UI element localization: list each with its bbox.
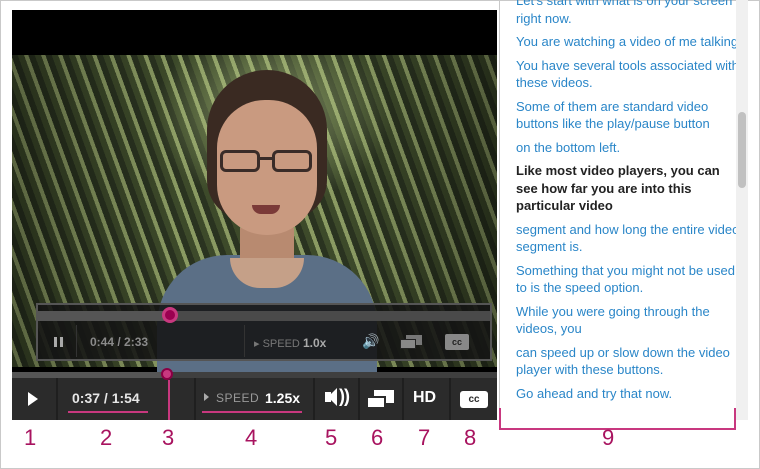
play-button[interactable] [12,378,56,420]
in-video-progress [38,307,490,323]
callout-5: 5 [325,425,338,450]
transcript-scrollbar-thumb[interactable] [738,112,746,188]
transcript-scrollbar[interactable] [736,0,748,420]
callout-9: 9 [602,425,615,450]
speed-label: SPEED [216,391,260,405]
hd-button[interactable]: HD [404,378,448,420]
in-video-speed-label: SPEED [262,338,300,350]
hd-label: HD [413,389,437,406]
glasses [220,150,314,174]
time-display: 0:37 / 1:54 [58,378,194,420]
transcript-callout-bracket [499,408,736,430]
screen-size-button[interactable] [360,378,402,420]
transcript-line[interactable]: segment and how long the entire video se… [516,221,742,256]
callout-3: 3 [162,425,175,450]
callout-7: 7 [418,425,431,450]
transcript-line[interactable]: Some of them are standard video buttons … [516,98,742,133]
speed-underline [202,411,302,413]
transcript-list: Let's start with what is on your screen … [516,0,742,408]
in-video-time: 0:44 / 2:33 [90,335,149,349]
transcript-line[interactable]: Go ahead and try that now. [516,385,742,403]
callout-4: 4 [245,425,258,450]
speed-value: 1.25x [265,390,301,406]
in-video-speed-value: 1.0x [302,336,327,350]
in-video-cc-icon: cc [445,334,469,350]
video-player[interactable]: 0:44 / 2:33 ▸ SPEED 1.0x 🔊 cc [12,10,497,420]
in-video-control-bar: 0:44 / 2:33 ▸ SPEED 1.0x 🔊 cc [36,303,492,361]
callout-8: 8 [464,425,477,450]
transcript-line[interactable]: You are watching a video of me talking. [516,33,742,51]
transcript-line[interactable]: can speed up or slow down the video play… [516,344,742,379]
transcript-line[interactable]: on the bottom left. [516,139,742,157]
transcript-line[interactable]: You have several tools associated with t… [516,57,742,92]
transcript-line[interactable]: Like most video players, you can see how… [516,162,742,215]
video-control-bar: 0:37 / 1:54 SPEED 1.25x ) ) HD cc [12,368,497,420]
cc-button[interactable]: cc [452,378,497,420]
callout-line-3 [168,380,170,420]
callout-2: 2 [100,425,113,450]
transcript-panel[interactable]: Let's start with what is on your screen … [499,0,749,430]
callout-6: 6 [371,425,384,450]
speed-arrow-icon [204,393,209,401]
transcript-line[interactable]: While you were going through the videos,… [516,303,742,338]
in-video-speed: ▸ SPEED 1.0x [254,336,327,350]
callout-1: 1 [24,425,37,450]
in-video-pause-icon [54,337,63,347]
transcript-line[interactable]: Something that you might not be used to … [516,262,742,297]
volume-button[interactable]: ) ) [315,378,357,420]
speed-button[interactable]: SPEED 1.25x [196,378,312,420]
time-underline [68,411,148,413]
in-video-progress-knob [162,307,178,323]
cc-icon: cc [460,391,488,408]
transcript-line[interactable]: Let's start with what is on your screen … [516,0,742,27]
play-icon [28,392,38,406]
elapsed-total-time: 0:37 / 1:54 [72,390,140,406]
in-video-volume-icon: 🔊 [362,333,380,349]
in-video-screen-size-icon [400,335,424,349]
video-frame: 0:44 / 2:33 ▸ SPEED 1.0x 🔊 cc [12,55,497,385]
